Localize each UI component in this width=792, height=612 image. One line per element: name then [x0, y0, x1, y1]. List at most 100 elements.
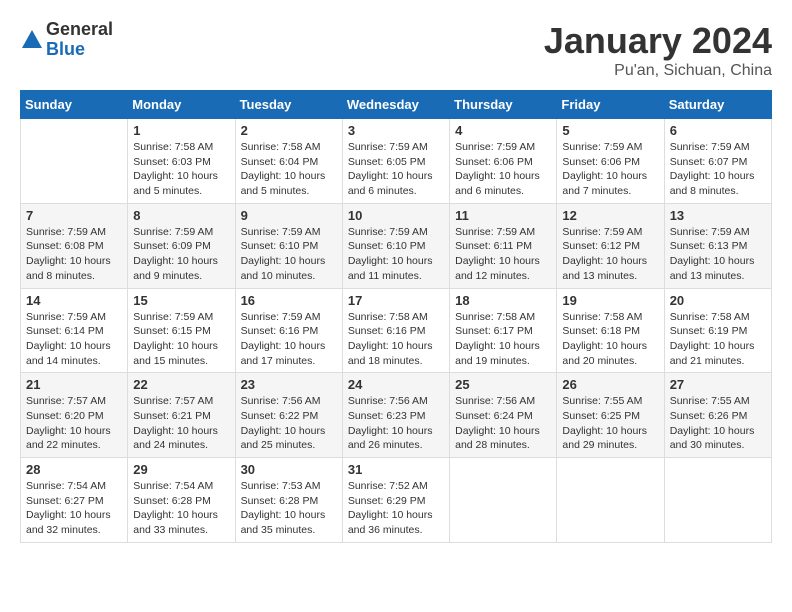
calendar-cell: 30 Sunrise: 7:53 AM Sunset: 6:28 PM Dayli… [235, 458, 342, 543]
day-number: 19 [562, 293, 658, 308]
page-header: General Blue January 2024 Pu'an, Sichuan… [20, 20, 772, 80]
day-info: Sunrise: 7:59 AM Sunset: 6:10 PM Dayligh… [348, 225, 444, 284]
calendar-week-row: 1Sunrise: 7:58 AM Sunset: 6:03 PM Daylig… [21, 119, 772, 204]
calendar-cell: 19 Sunrise: 7:58 AM Sunset: 6:18 PM Dayli… [557, 288, 664, 373]
calendar-cell [21, 119, 128, 204]
day-info: Sunrise: 7:59 AM Sunset: 6:16 PM Dayligh… [241, 310, 337, 369]
day-number: 20 [670, 293, 766, 308]
day-info: Sunrise: 7:55 AM Sunset: 6:26 PM Dayligh… [670, 394, 766, 453]
day-number: 28 [26, 462, 122, 477]
day-number: 1 [133, 123, 229, 138]
weekday-header: Tuesday [235, 91, 342, 119]
day-number: 29 [133, 462, 229, 477]
day-info: Sunrise: 7:59 AM Sunset: 6:05 PM Dayligh… [348, 140, 444, 199]
day-number: 16 [241, 293, 337, 308]
day-info: Sunrise: 7:59 AM Sunset: 6:11 PM Dayligh… [455, 225, 551, 284]
day-number: 31 [348, 462, 444, 477]
logo: General Blue [20, 20, 113, 60]
day-info: Sunrise: 7:59 AM Sunset: 6:06 PM Dayligh… [455, 140, 551, 199]
calendar-cell: 7 Sunrise: 7:59 AM Sunset: 6:08 PM Daylig… [21, 203, 128, 288]
day-number: 14 [26, 293, 122, 308]
location: Pu'an, Sichuan, China [544, 62, 772, 80]
calendar-cell: 10 Sunrise: 7:59 AM Sunset: 6:10 PM Dayli… [342, 203, 449, 288]
day-number: 11 [455, 208, 551, 223]
day-info: Sunrise: 7:54 AM Sunset: 6:28 PM Dayligh… [133, 479, 229, 538]
day-info: Sunrise: 7:54 AM Sunset: 6:27 PM Dayligh… [26, 479, 122, 538]
weekday-header: Sunday [21, 91, 128, 119]
calendar-cell: 13 Sunrise: 7:59 AM Sunset: 6:13 PM Dayli… [664, 203, 771, 288]
day-info: Sunrise: 7:58 AM Sunset: 6:19 PM Dayligh… [670, 310, 766, 369]
weekday-header: Friday [557, 91, 664, 119]
day-info: Sunrise: 7:56 AM Sunset: 6:23 PM Dayligh… [348, 394, 444, 453]
day-number: 12 [562, 208, 658, 223]
logo-general: General [46, 20, 113, 40]
day-info: Sunrise: 7:58 AM Sunset: 6:04 PM Dayligh… [241, 140, 337, 199]
logo-blue: Blue [46, 40, 113, 60]
day-number: 2 [241, 123, 337, 138]
calendar-cell: 20 Sunrise: 7:58 AM Sunset: 6:19 PM Dayli… [664, 288, 771, 373]
day-info: Sunrise: 7:59 AM Sunset: 6:13 PM Dayligh… [670, 225, 766, 284]
day-info: Sunrise: 7:59 AM Sunset: 6:12 PM Dayligh… [562, 225, 658, 284]
calendar-cell: 8 Sunrise: 7:59 AM Sunset: 6:09 PM Daylig… [128, 203, 235, 288]
calendar-cell: 12 Sunrise: 7:59 AM Sunset: 6:12 PM Dayli… [557, 203, 664, 288]
calendar-cell: 17Sunrise: 7:58 AM Sunset: 6:16 PM Dayli… [342, 288, 449, 373]
calendar-cell: 18Sunrise: 7:58 AM Sunset: 6:17 PM Dayli… [450, 288, 557, 373]
calendar-cell: 6 Sunrise: 7:59 AM Sunset: 6:07 PM Daylig… [664, 119, 771, 204]
day-info: Sunrise: 7:59 AM Sunset: 6:07 PM Dayligh… [670, 140, 766, 199]
calendar-cell: 15 Sunrise: 7:59 AM Sunset: 6:15 PM Dayli… [128, 288, 235, 373]
day-info: Sunrise: 7:58 AM Sunset: 6:18 PM Dayligh… [562, 310, 658, 369]
day-info: Sunrise: 7:57 AM Sunset: 6:20 PM Dayligh… [26, 394, 122, 453]
day-info: Sunrise: 7:53 AM Sunset: 6:28 PM Dayligh… [241, 479, 337, 538]
calendar-cell [664, 458, 771, 543]
calendar-cell: 1Sunrise: 7:58 AM Sunset: 6:03 PM Daylig… [128, 119, 235, 204]
calendar-cell: 27Sunrise: 7:55 AM Sunset: 6:26 PM Dayli… [664, 373, 771, 458]
day-number: 9 [241, 208, 337, 223]
day-number: 10 [348, 208, 444, 223]
calendar-cell: 14 Sunrise: 7:59 AM Sunset: 6:14 PM Dayli… [21, 288, 128, 373]
calendar-week-row: 14 Sunrise: 7:59 AM Sunset: 6:14 PM Dayli… [21, 288, 772, 373]
day-number: 26 [562, 377, 658, 392]
day-info: Sunrise: 7:58 AM Sunset: 6:16 PM Dayligh… [348, 310, 444, 369]
calendar-cell: 9 Sunrise: 7:59 AM Sunset: 6:10 PM Daylig… [235, 203, 342, 288]
day-info: Sunrise: 7:59 AM Sunset: 6:09 PM Dayligh… [133, 225, 229, 284]
day-number: 5 [562, 123, 658, 138]
calendar-week-row: 28 Sunrise: 7:54 AM Sunset: 6:27 PM Dayli… [21, 458, 772, 543]
weekday-header: Monday [128, 91, 235, 119]
calendar-cell: 28 Sunrise: 7:54 AM Sunset: 6:27 PM Dayli… [21, 458, 128, 543]
day-number: 15 [133, 293, 229, 308]
day-number: 18 [455, 293, 551, 308]
day-number: 13 [670, 208, 766, 223]
calendar-cell: 5Sunrise: 7:59 AM Sunset: 6:06 PM Daylig… [557, 119, 664, 204]
calendar-cell: 29 Sunrise: 7:54 AM Sunset: 6:28 PM Dayli… [128, 458, 235, 543]
day-info: Sunrise: 7:56 AM Sunset: 6:24 PM Dayligh… [455, 394, 551, 453]
calendar-table: SundayMondayTuesdayWednesdayThursdayFrid… [20, 90, 772, 543]
calendar-week-row: 21 Sunrise: 7:57 AM Sunset: 6:20 PM Dayli… [21, 373, 772, 458]
day-info: Sunrise: 7:55 AM Sunset: 6:25 PM Dayligh… [562, 394, 658, 453]
day-number: 22 [133, 377, 229, 392]
day-number: 8 [133, 208, 229, 223]
calendar-cell: 25Sunrise: 7:56 AM Sunset: 6:24 PM Dayli… [450, 373, 557, 458]
day-number: 21 [26, 377, 122, 392]
calendar-cell: 16 Sunrise: 7:59 AM Sunset: 6:16 PM Dayli… [235, 288, 342, 373]
day-number: 30 [241, 462, 337, 477]
calendar-week-row: 7 Sunrise: 7:59 AM Sunset: 6:08 PM Daylig… [21, 203, 772, 288]
logo-icon [20, 28, 44, 52]
day-info: Sunrise: 7:59 AM Sunset: 6:08 PM Dayligh… [26, 225, 122, 284]
calendar-cell [450, 458, 557, 543]
calendar-cell: 2 Sunrise: 7:58 AM Sunset: 6:04 PM Daylig… [235, 119, 342, 204]
day-info: Sunrise: 7:59 AM Sunset: 6:15 PM Dayligh… [133, 310, 229, 369]
day-info: Sunrise: 7:59 AM Sunset: 6:10 PM Dayligh… [241, 225, 337, 284]
weekday-header: Thursday [450, 91, 557, 119]
weekday-header-row: SundayMondayTuesdayWednesdayThursdayFrid… [21, 91, 772, 119]
calendar-cell: 4Sunrise: 7:59 AM Sunset: 6:06 PM Daylig… [450, 119, 557, 204]
calendar-cell: 22Sunrise: 7:57 AM Sunset: 6:21 PM Dayli… [128, 373, 235, 458]
day-number: 24 [348, 377, 444, 392]
weekday-header: Wednesday [342, 91, 449, 119]
day-info: Sunrise: 7:52 AM Sunset: 6:29 PM Dayligh… [348, 479, 444, 538]
calendar-cell: 24 Sunrise: 7:56 AM Sunset: 6:23 PM Dayli… [342, 373, 449, 458]
day-number: 6 [670, 123, 766, 138]
day-info: Sunrise: 7:56 AM Sunset: 6:22 PM Dayligh… [241, 394, 337, 453]
day-number: 7 [26, 208, 122, 223]
calendar-cell [557, 458, 664, 543]
day-info: Sunrise: 7:59 AM Sunset: 6:14 PM Dayligh… [26, 310, 122, 369]
